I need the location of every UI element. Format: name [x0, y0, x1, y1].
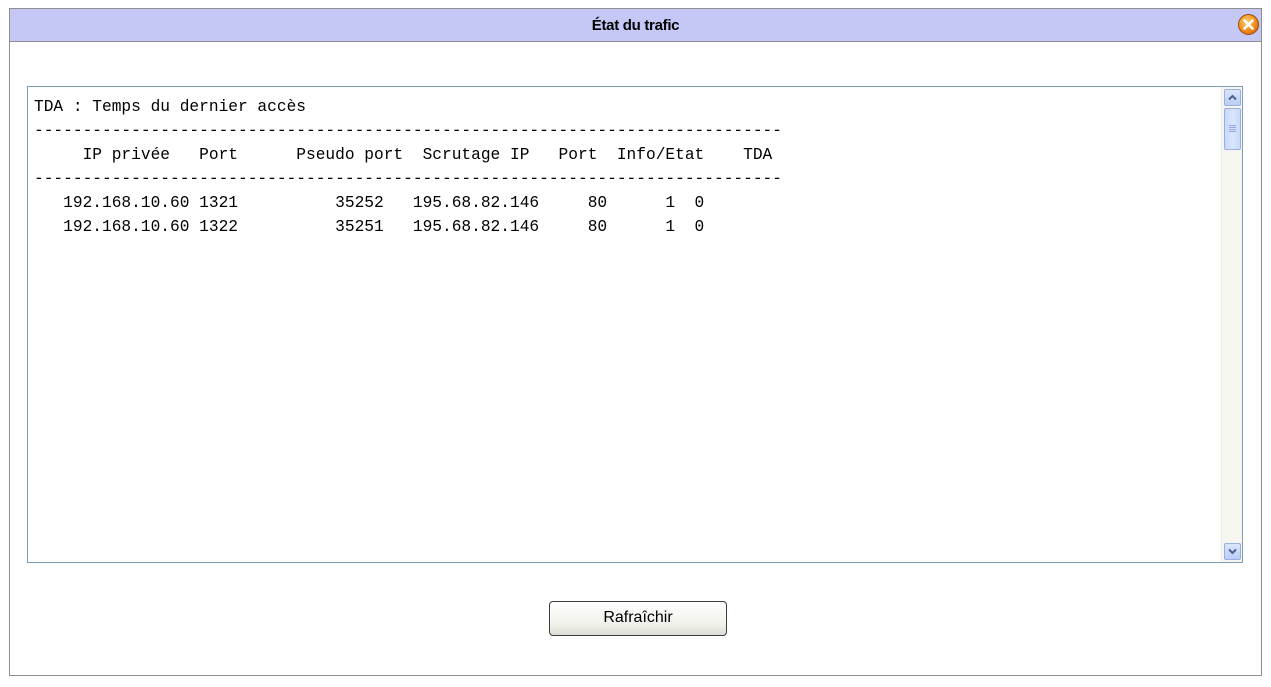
log-header-line: IP privée Port Pseudo port Scrutage IP P… [34, 146, 773, 164]
log-separator-line: ----------------------------------------… [34, 122, 782, 140]
thumb-grip-line [1229, 127, 1236, 128]
traffic-log-textarea[interactable]: TDA : Temps du dernier accès -----------… [27, 86, 1243, 563]
dialog-titlebar: État du trafic [10, 9, 1261, 42]
arrow-up-icon [1228, 94, 1237, 101]
close-icon [1243, 19, 1254, 30]
log-legend-line: TDA : Temps du dernier accès [34, 98, 306, 116]
scroll-down-button[interactable] [1224, 543, 1241, 560]
dialog-title: État du trafic [591, 17, 680, 34]
log-separator-line: ----------------------------------------… [34, 170, 782, 188]
log-data-row: 192.168.10.60 1321 35252 195.68.82.146 8… [34, 194, 705, 212]
refresh-button[interactable]: Rafraîchir [549, 601, 727, 636]
thumb-grip-line [1229, 129, 1236, 130]
close-button[interactable] [1238, 14, 1259, 35]
thumb-grip-line [1229, 125, 1236, 126]
traffic-status-dialog: État du trafic TDA : Temps du dernier ac… [9, 8, 1262, 676]
log-data-row: 192.168.10.60 1322 35251 195.68.82.146 8… [34, 218, 705, 236]
arrow-down-icon [1228, 548, 1237, 555]
scroll-thumb[interactable] [1224, 108, 1241, 150]
scroll-up-button[interactable] [1224, 89, 1241, 106]
vertical-scrollbar[interactable] [1221, 87, 1242, 562]
traffic-log-content: TDA : Temps du dernier accès -----------… [34, 95, 782, 239]
thumb-grip-line [1229, 131, 1236, 132]
